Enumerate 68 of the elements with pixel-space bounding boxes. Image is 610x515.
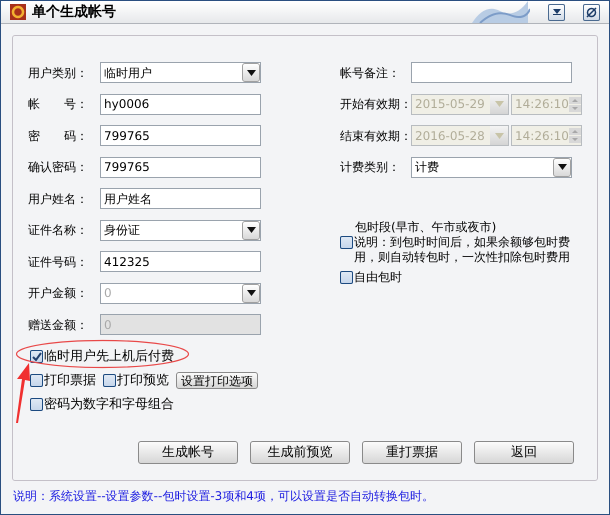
text-field[interactable]: 412325 — [100, 251, 261, 272]
dropdown-button[interactable] — [242, 220, 260, 240]
field-label: 开始有效期： — [340, 96, 411, 114]
caret-icon — [552, 9, 560, 15]
text-field[interactable] — [411, 62, 572, 84]
checkbox-label: 自由包时 — [354, 270, 402, 285]
print-settings-button[interactable]: 设置打印选项 — [176, 372, 258, 389]
field-label: 开户金额： — [28, 285, 89, 302]
action-button[interactable]: 重打票据 — [362, 441, 462, 464]
checkbox[interactable] — [30, 350, 43, 363]
wave-decoration-icon — [470, 1, 530, 23]
dropdown-value: 计费 — [414, 159, 440, 176]
dropdown-arrow-icon — [494, 132, 504, 139]
dropdown-field[interactable]: 计费 — [411, 156, 572, 178]
footer-note: 说明：系统设置--设置参数--包时设置-3项和4项，可以设置是否自动转换包时。 — [13, 488, 435, 505]
text-field[interactable]: hy0006 — [100, 94, 261, 115]
field-label: 帐号备注： — [340, 64, 401, 82]
field-label: 赠送金额： — [28, 316, 89, 334]
action-button[interactable]: 生成前预览 — [250, 441, 350, 464]
field-label: 证件名称： — [28, 222, 89, 240]
checkbox[interactable] — [30, 374, 43, 387]
dropdown-arrow-icon — [246, 290, 256, 296]
spinner-icon — [569, 128, 581, 144]
checkbox[interactable] — [30, 398, 43, 411]
pointer-arrow — [13, 361, 33, 423]
app-icon — [10, 4, 26, 20]
window-title: 单个生成帐号 — [32, 2, 116, 22]
text-field[interactable]: 用户姓名 — [100, 188, 261, 210]
date-value: 2016-05-28 — [414, 128, 486, 145]
package-title: 包时段(早市、午市或夜市) — [354, 220, 498, 235]
date-value: 2015-05-29 — [414, 96, 486, 114]
dropdown-value: 0 — [103, 285, 113, 302]
checkbox[interactable] — [340, 236, 353, 249]
time-value: 14:26:10 — [514, 96, 569, 114]
dropdown-arrow-icon — [246, 227, 256, 234]
close-button[interactable] — [583, 4, 600, 20]
field-label: 帐 号： — [28, 96, 89, 114]
field-label: 结束有效期： — [340, 128, 411, 145]
field-label: 计费类别： — [340, 159, 401, 176]
field-label: 证件号码： — [28, 254, 89, 271]
checkmark-icon — [32, 352, 42, 362]
dropdown-arrow-icon — [494, 101, 504, 108]
dropdown-value: 临时用户 — [103, 64, 153, 82]
dropdown-value: 身份证 — [103, 222, 141, 240]
dropdown-button[interactable] — [553, 158, 571, 177]
checkbox-label: 打印票据 — [44, 372, 96, 390]
dropdown-field[interactable]: 身份证 — [100, 220, 261, 241]
text-field[interactable]: 799765 — [100, 125, 261, 146]
dropdown-field[interactable]: 临时用户 — [100, 62, 261, 84]
minimize-button[interactable] — [548, 4, 565, 20]
checkbox-label: 临时用户先上机后付费 — [44, 348, 174, 366]
field-label: 用户类别： — [28, 64, 89, 82]
dropdown-arrow-icon — [558, 164, 566, 170]
field-label: 用户姓名： — [28, 190, 89, 208]
checkbox-label: 密码为数字和字母组合 — [44, 396, 174, 414]
text-field[interactable]: 799765 — [100, 156, 261, 178]
time-value: 14:26:10 — [514, 128, 569, 145]
field-label: 密 码： — [28, 128, 89, 145]
field-label: 确认密码： — [28, 159, 89, 176]
action-button[interactable]: 生成帐号 — [138, 441, 238, 464]
dropdown-arrow-icon — [246, 70, 256, 76]
checkbox-label: 打印预览 — [117, 372, 169, 390]
checkbox[interactable] — [340, 271, 353, 284]
package-description: 说明：到包时时间后，如果余额够包时费用，则自动转包时，一次性扣除包时费用 — [354, 235, 571, 265]
dropdown-button[interactable] — [242, 63, 260, 82]
spinner-icon — [569, 96, 581, 112]
checkbox[interactable] — [103, 374, 116, 387]
action-button[interactable]: 返回 — [474, 441, 574, 464]
